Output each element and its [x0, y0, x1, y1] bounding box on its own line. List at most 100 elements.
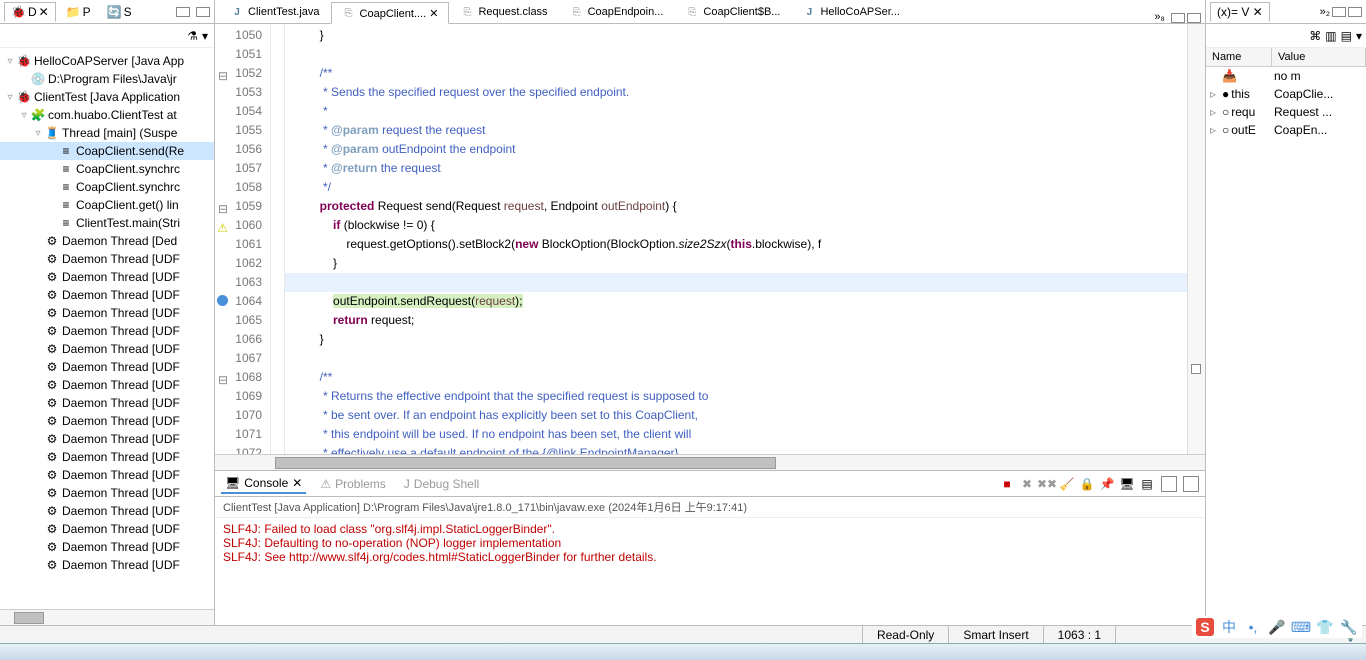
ime-icon[interactable]: S — [1196, 618, 1214, 636]
more-views-icon[interactable]: »₂ — [1320, 6, 1330, 18]
tab-debug-shell[interactable]: J Debug Shell — [400, 475, 483, 493]
lang-icon[interactable]: 中 — [1220, 618, 1238, 636]
tree-item[interactable]: ▿🐞ClientTest [Java Application — [0, 88, 214, 106]
variable-row[interactable]: ▹●thisCoapClie... — [1206, 85, 1366, 103]
left-tab-bar: 🐞 D ✕ 📁 P 🔄 S — [0, 0, 214, 24]
tree-item[interactable]: ⚙Daemon Thread [UDF — [0, 358, 214, 376]
maximize-icon[interactable] — [1187, 13, 1201, 23]
tree-item[interactable]: ⚙Daemon Thread [UDF — [0, 412, 214, 430]
tree-item[interactable]: ⚙Daemon Thread [UDF — [0, 340, 214, 358]
open-console-icon[interactable]: ▤ — [1139, 476, 1155, 492]
debug-toolbar: ⚗ ▾ — [0, 24, 214, 48]
variables-tab-bar: (x)= V ✕ »₂ — [1206, 0, 1366, 24]
tab-s[interactable]: 🔄 S — [101, 3, 138, 21]
tree-item[interactable]: ⚙Daemon Thread [UDF — [0, 502, 214, 520]
tree-item[interactable]: ⚙Daemon Thread [UDF — [0, 484, 214, 502]
variables-tree[interactable]: 📥no m▹●thisCoapClie...▹○requRequest ...▹… — [1206, 67, 1366, 625]
h-scrollbar[interactable] — [0, 609, 214, 625]
debug-view-panel: 🐞 D ✕ 📁 P 🔄 S ⚗ ▾ ▿🐞HelloCoAPServer [Jav… — [0, 0, 215, 625]
menu-icon[interactable]: ▤ — [1341, 29, 1352, 43]
status-insert-mode: Smart Insert — [948, 626, 1042, 643]
minimize-icon[interactable] — [1332, 7, 1346, 17]
tab-debug[interactable]: 🐞 D ✕ — [4, 2, 56, 22]
tree-item[interactable]: ≡CoapClient.synchrc — [0, 160, 214, 178]
minimize-icon[interactable] — [176, 7, 190, 17]
tree-item[interactable]: ⚙Daemon Thread [UDF — [0, 520, 214, 538]
tree-item[interactable]: ⚙Daemon Thread [UDF — [0, 394, 214, 412]
remove-icon[interactable]: ✖ — [1019, 476, 1035, 492]
tab-p[interactable]: 📁 P — [60, 3, 97, 21]
scroll-lock-icon[interactable]: 🔒 — [1079, 476, 1095, 492]
editor-tab[interactable]: JHelloCoAPSer... — [791, 1, 910, 23]
tab-console[interactable]: 🖥 Console ✕ — [221, 474, 306, 494]
collapse-icon[interactable]: ▥ — [1325, 29, 1336, 43]
tree-item[interactable]: ⚙Daemon Thread [UDF — [0, 466, 214, 484]
status-cursor-pos: 1063 : 1 — [1043, 626, 1115, 643]
tool-icon[interactable]: 🔧 — [1340, 618, 1358, 636]
clear-icon[interactable]: 🧹 — [1059, 476, 1075, 492]
editor-tab[interactable]: ⎘CoapClient$B... — [674, 1, 791, 23]
tab-variables[interactable]: (x)= V ✕ — [1210, 2, 1270, 22]
tree-item[interactable]: ⚙Daemon Thread [UDF — [0, 538, 214, 556]
tree-item[interactable]: ⚙Daemon Thread [UDF — [0, 322, 214, 340]
variables-toolbar: ⌘ ▥ ▤ ▾ — [1206, 24, 1366, 48]
display-icon[interactable]: 🖥 — [1119, 476, 1135, 492]
tree-item[interactable]: ⚙Daemon Thread [UDF — [0, 286, 214, 304]
editor-tab-bar: JClientTest.java⎘CoapClient.... ✕⎘Reques… — [215, 0, 1205, 24]
punct-icon[interactable]: •, — [1244, 618, 1262, 636]
variable-row[interactable]: ▹○requRequest ... — [1206, 103, 1366, 121]
terminate-icon[interactable]: ■ — [999, 476, 1015, 492]
tree-item[interactable]: ≡CoapClient.synchrc — [0, 178, 214, 196]
editor-tab[interactable]: ⎘Request.class — [449, 1, 558, 23]
mic-icon[interactable]: 🎤 — [1268, 618, 1286, 636]
tree-item[interactable]: ≡CoapClient.get() lin — [0, 196, 214, 214]
max-icon[interactable] — [1183, 476, 1199, 492]
status-readonly: Read-Only — [862, 626, 948, 643]
tree-item[interactable]: ⚙Daemon Thread [UDF — [0, 556, 214, 574]
tab-problems[interactable]: ⚠ Problems — [316, 475, 389, 493]
tree-item[interactable]: ⚙Daemon Thread [UDF — [0, 250, 214, 268]
view-menu-icon[interactable]: ▾ — [1356, 29, 1362, 43]
filter-icon[interactable]: ⚗ — [187, 29, 198, 43]
menu-icon[interactable]: ▾ — [202, 29, 208, 43]
tree-item[interactable]: ⚙Daemon Thread [UDF — [0, 304, 214, 322]
pin-icon[interactable]: 📌 — [1099, 476, 1115, 492]
tree-item[interactable]: ⚙Daemon Thread [UDF — [0, 268, 214, 286]
remove-all-icon[interactable]: ✖✖ — [1039, 476, 1055, 492]
tree-item[interactable]: ≡ClientTest.main(Stri — [0, 214, 214, 232]
skin-icon[interactable]: 👕 — [1316, 618, 1334, 636]
code-content[interactable]: } /** * Sends the specified request over… — [285, 24, 1187, 454]
tree-item[interactable]: ▿🧩com.huabo.ClientTest at — [0, 106, 214, 124]
variable-row[interactable]: ▹○outECoapEn... — [1206, 121, 1366, 139]
more-tabs-icon[interactable]: »₈ — [1150, 11, 1169, 23]
taskbar[interactable] — [0, 643, 1366, 660]
code-editor[interactable]: 10501051⊟1052105310541055105610571058⊟10… — [215, 24, 1205, 454]
tree-item[interactable]: ▿🐞HelloCoAPServer [Java App — [0, 52, 214, 70]
line-gutter[interactable]: 10501051⊟1052105310541055105610571058⊟10… — [215, 24, 271, 454]
keyboard-icon[interactable]: ⌨ — [1292, 618, 1310, 636]
editor-tab[interactable]: ⎘CoapClient.... ✕ — [331, 2, 450, 24]
maximize-icon[interactable] — [196, 7, 210, 17]
tree-item[interactable]: 💿D:\Program Files\Java\jr — [0, 70, 214, 88]
debug-tree[interactable]: ▿🐞HelloCoAPServer [Java App💿D:\Program F… — [0, 48, 214, 609]
console-tab-bar: 🖥 Console ✕ ⚠ Problems J Debug Shell ■ ✖… — [215, 471, 1205, 497]
minimize-icon[interactable] — [1171, 13, 1185, 23]
maximize-icon[interactable] — [1348, 7, 1362, 17]
editor-tab[interactable]: JClientTest.java — [219, 1, 331, 23]
variable-row[interactable]: 📥no m — [1206, 67, 1366, 85]
overview-ruler[interactable] — [1187, 24, 1205, 454]
status-bar: Read-Only Smart Insert 1063 : 1 💡 — [0, 625, 1366, 643]
tree-item[interactable]: ▿🧵Thread [main] (Suspe — [0, 124, 214, 142]
tree-item[interactable]: ⚙Daemon Thread [UDF — [0, 448, 214, 466]
show-type-icon[interactable]: ⌘ — [1309, 29, 1321, 43]
tree-item[interactable]: ⚙Daemon Thread [UDF — [0, 376, 214, 394]
console-output[interactable]: SLF4J: Failed to load class "org.slf4j.i… — [215, 518, 1205, 625]
folding-ruler[interactable] — [271, 24, 285, 454]
tree-item[interactable]: ≡CoapClient.send(Re — [0, 142, 214, 160]
tree-item[interactable]: ⚙Daemon Thread [UDF — [0, 430, 214, 448]
tree-item[interactable]: ⚙Daemon Thread [Ded — [0, 232, 214, 250]
editor-h-scrollbar[interactable] — [215, 454, 1205, 470]
editor-tab[interactable]: ⎘CoapEndpoin... — [559, 1, 675, 23]
variables-header[interactable]: Name Value — [1206, 48, 1366, 67]
min-icon[interactable] — [1161, 476, 1177, 492]
